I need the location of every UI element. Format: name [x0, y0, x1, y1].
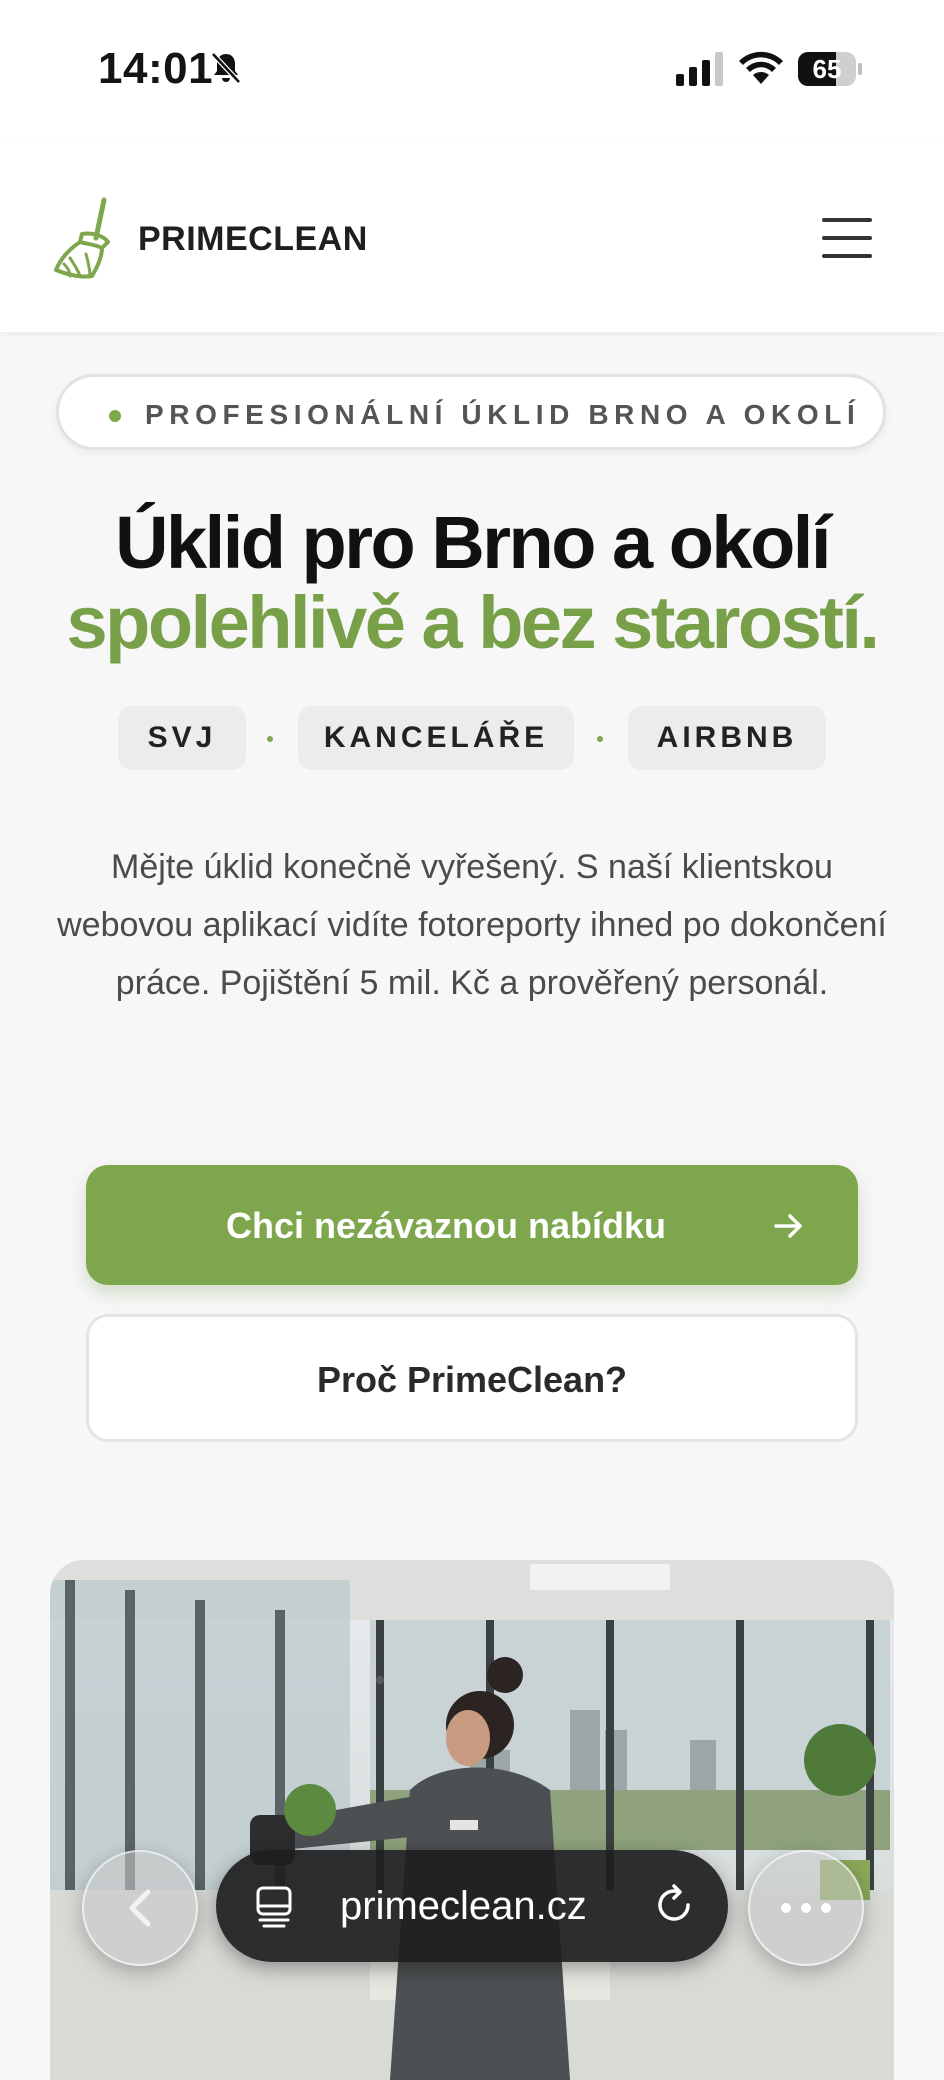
office-cleaning-photo: [50, 1560, 894, 2080]
reload-icon[interactable]: [652, 1882, 698, 1928]
battery-icon: 65: [798, 52, 862, 86]
hero-title-line2: spolehlivě a bez starostí.: [66, 581, 880, 664]
badge-text: PROFESIONÁLNÍ ÚKLID BRNO A OKOLÍ: [145, 399, 861, 430]
hero-description: Mějte úklid konečně vyřešený. S naší kli…: [57, 848, 887, 1002]
chip-separator: [267, 736, 273, 742]
chip-separator: [597, 736, 603, 742]
url-text[interactable]: primeclean.cz: [340, 1884, 587, 1929]
status-time: 14:01: [98, 44, 214, 93]
battery-percent: 65: [812, 54, 842, 84]
back-button[interactable]: [82, 1850, 198, 1966]
more-options-button[interactable]: [748, 1850, 864, 1966]
why-primeclean-button[interactable]: Proč PrimeClean?: [86, 1314, 858, 1442]
address-bar[interactable]: primeclean.cz: [216, 1850, 728, 1962]
more-dots-icon: [781, 1903, 831, 1913]
badge-dot: [109, 410, 121, 422]
silent-bell-icon: [211, 52, 241, 84]
signal-icon: [676, 52, 723, 86]
brand-name[interactable]: PRIMECLEAN: [138, 220, 368, 259]
location-badge: PROFESIONÁLNÍ ÚKLID BRNO A OKOLÍ: [56, 374, 886, 450]
hamburger-menu-icon[interactable]: [820, 214, 876, 262]
site-header: PRIMECLEAN: [0, 140, 944, 332]
back-chevron-icon: [129, 1889, 151, 1927]
hero-title-line1: Úklid pro Brno a okolí: [115, 501, 831, 584]
hero-photo: [50, 1560, 894, 2080]
status-bar: 14:01 65: [0, 0, 944, 140]
arrow-right-icon: [774, 1214, 802, 1238]
chip-airbnb: AIRBNB: [628, 706, 826, 770]
chip-svj: SVJ: [118, 706, 246, 770]
request-offer-label: Chci nezávaznou nabídku: [225, 1205, 667, 1246]
why-primeclean-label: Proč PrimeClean?: [316, 1359, 628, 1400]
request-offer-button[interactable]: Chci nezávaznou nabídku: [86, 1165, 858, 1285]
broom-icon: [54, 197, 110, 279]
tabs-icon: [256, 1886, 292, 1928]
wifi-icon: [739, 51, 783, 84]
chip-kancelare: KANCELÁŘE: [298, 706, 574, 770]
